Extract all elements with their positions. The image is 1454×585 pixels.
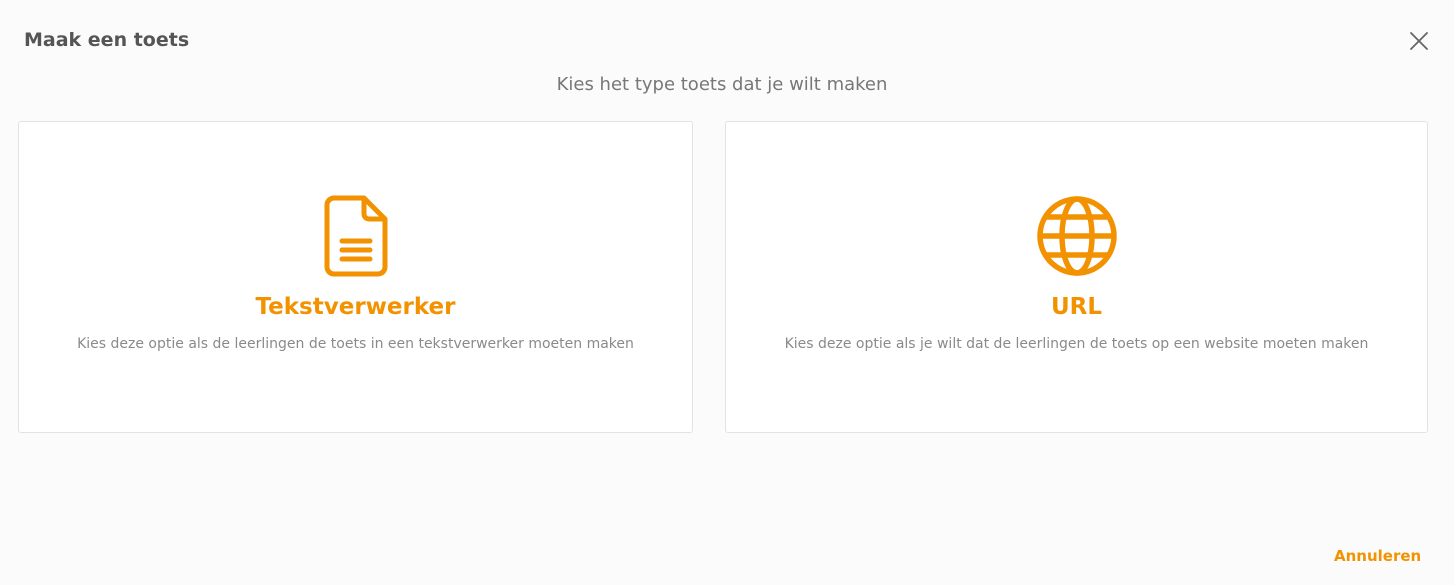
dialog-subtitle: Kies het type toets dat je wilt maken <box>556 74 888 95</box>
close-button[interactable] <box>1404 26 1434 56</box>
option-card-tekstverwerker[interactable]: Tekstverwerker Kies deze optie als de le… <box>18 121 693 433</box>
globe-icon <box>1035 194 1119 278</box>
cancel-button[interactable]: Annuleren <box>1318 544 1437 568</box>
close-icon <box>1410 32 1428 50</box>
dialog-title: Maak een toets <box>24 29 190 51</box>
option-description: Kies deze optie als je wilt dat de leerl… <box>784 336 1369 352</box>
create-test-dialog: Maak een toets Kies het type toets dat j… <box>0 0 1454 585</box>
option-card-url[interactable]: URL Kies deze optie als je wilt dat de l… <box>725 121 1428 433</box>
option-title: Tekstverwerker <box>255 294 456 320</box>
option-description: Kies deze optie als de leerlingen de toe… <box>77 336 634 352</box>
option-title: URL <box>1050 294 1103 320</box>
document-icon <box>314 194 398 278</box>
